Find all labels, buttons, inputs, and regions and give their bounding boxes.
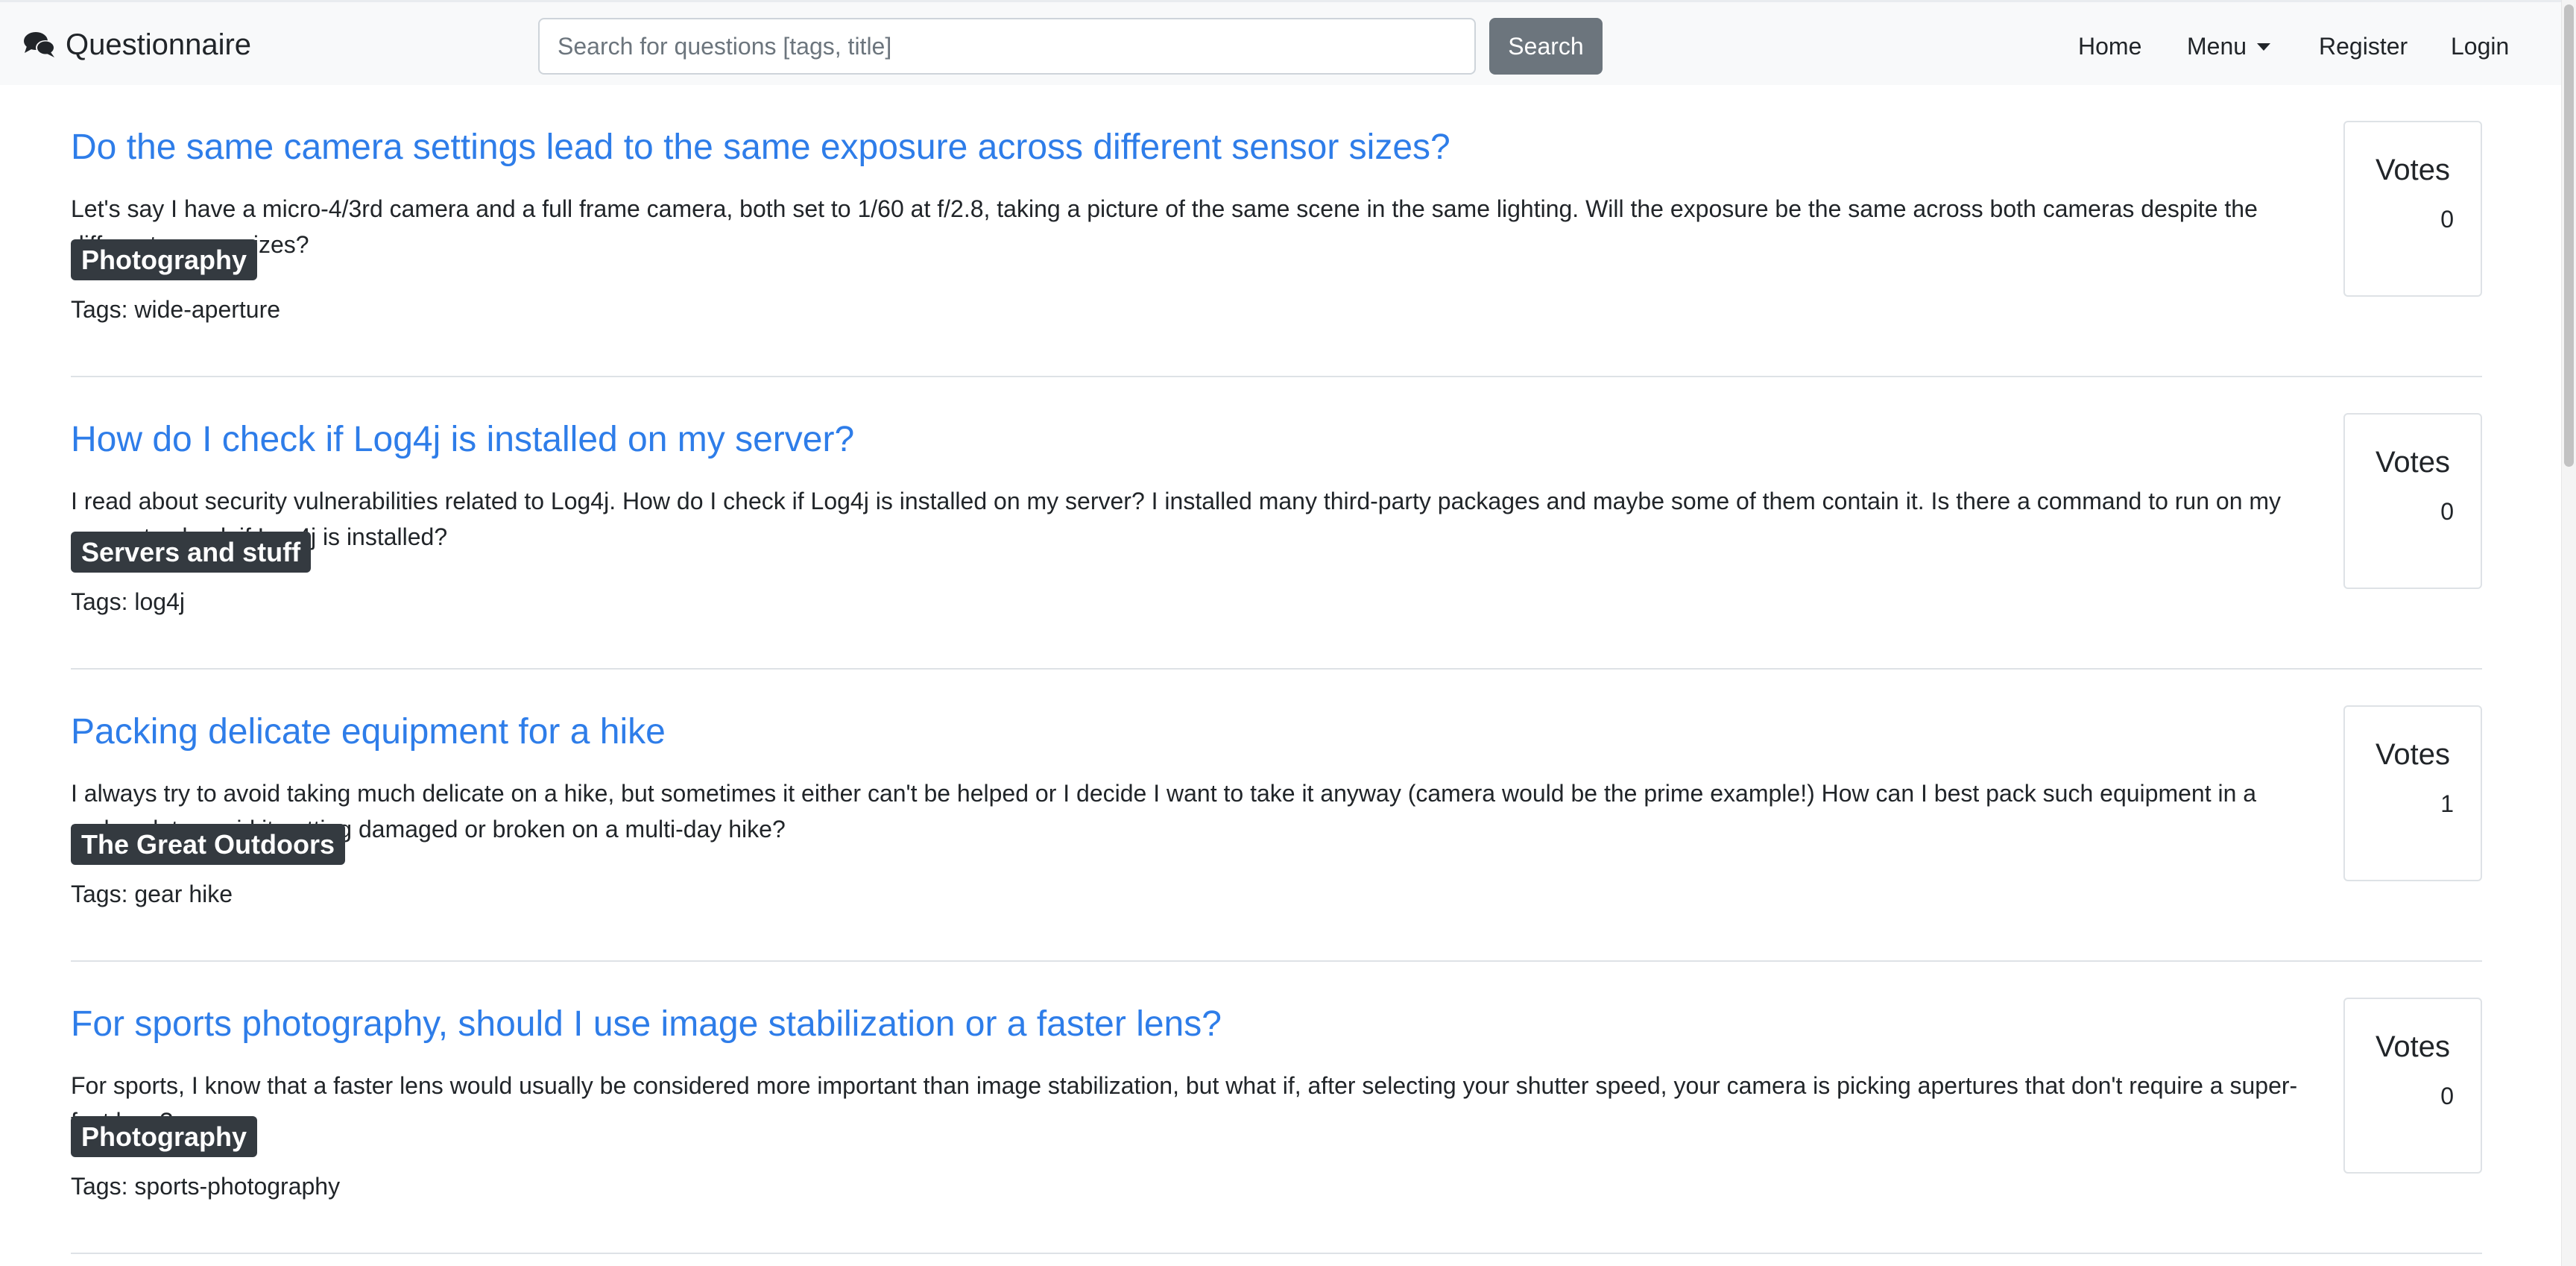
question-title-link[interactable]: How do I check if Log4j is installed on …	[71, 419, 854, 460]
category-badge: The Great Outdoors	[71, 824, 346, 865]
category-badge: Photography	[71, 239, 257, 280]
question-tags: Tags: log4j	[71, 588, 185, 615]
brand-link[interactable]: Questionnaire	[22, 25, 251, 65]
votes-label: Votes	[2375, 446, 2451, 479]
question-title-link[interactable]: Packing delicate equipment for a hike	[71, 711, 666, 752]
brand-title: Questionnaire	[66, 28, 252, 61]
question-body: I read about security vulnerabilities re…	[71, 488, 2282, 550]
votes-count: 0	[2440, 1083, 2454, 1109]
question-item: Do the same camera settings lead to the …	[71, 85, 2482, 377]
votes-card: Votes 0	[2343, 121, 2482, 297]
nav-home-link[interactable]: Home	[2078, 29, 2141, 63]
votes-card: Votes 0	[2343, 998, 2482, 1174]
nav-menu-dropdown[interactable]: Menu	[2187, 29, 2271, 63]
nav-menu-label: Menu	[2187, 32, 2247, 60]
question-item: How do I check if Log4j is installed on …	[71, 377, 2482, 670]
question-tags: Tags: sports-photography	[71, 1173, 341, 1200]
search-input[interactable]	[538, 18, 1476, 75]
question-item: For sports photography, should I use ima…	[71, 962, 2482, 1254]
votes-card: Votes 0	[2343, 413, 2482, 589]
search-button[interactable]: Search	[1489, 18, 1603, 75]
votes-count: 1	[2440, 790, 2454, 817]
question-tags: Tags: gear hike	[71, 881, 233, 907]
question-item: Packing delicate equipment for a hike I …	[71, 670, 2482, 962]
navbar: Questionnaire Search Home Menu Register …	[0, 0, 2561, 85]
nav-register-link[interactable]: Register	[2319, 29, 2408, 63]
comments-icon	[24, 32, 55, 57]
votes-label: Votes	[2375, 738, 2451, 771]
category-badge: Servers and stuff	[71, 532, 312, 573]
votes-label: Votes	[2375, 154, 2451, 186]
question-title-link[interactable]: For sports photography, should I use ima…	[71, 1004, 1222, 1045]
page: Questionnaire Search Home Menu Register …	[0, 0, 2576, 1266]
question-body: I always try to avoid taking much delica…	[71, 780, 2257, 843]
votes-label: Votes	[2375, 1030, 2451, 1063]
votes-count: 0	[2440, 206, 2454, 233]
question-body: For sports, I know that a faster lens wo…	[71, 1072, 2298, 1135]
nav-login-link[interactable]: Login	[2451, 29, 2509, 63]
votes-count: 0	[2440, 498, 2454, 525]
scrollbar-thumb[interactable]	[2564, 4, 2574, 467]
question-title-link[interactable]: Do the same camera settings lead to the …	[71, 127, 1450, 168]
votes-card: Votes 1	[2343, 705, 2482, 881]
vertical-scrollbar[interactable]	[2561, 0, 2576, 1266]
category-badge: Photography	[71, 1116, 257, 1157]
caret-down-icon	[2257, 43, 2271, 51]
question-body: Let's say I have a micro-4/3rd camera an…	[71, 195, 2258, 258]
question-tags: Tags: wide-aperture	[71, 296, 281, 323]
